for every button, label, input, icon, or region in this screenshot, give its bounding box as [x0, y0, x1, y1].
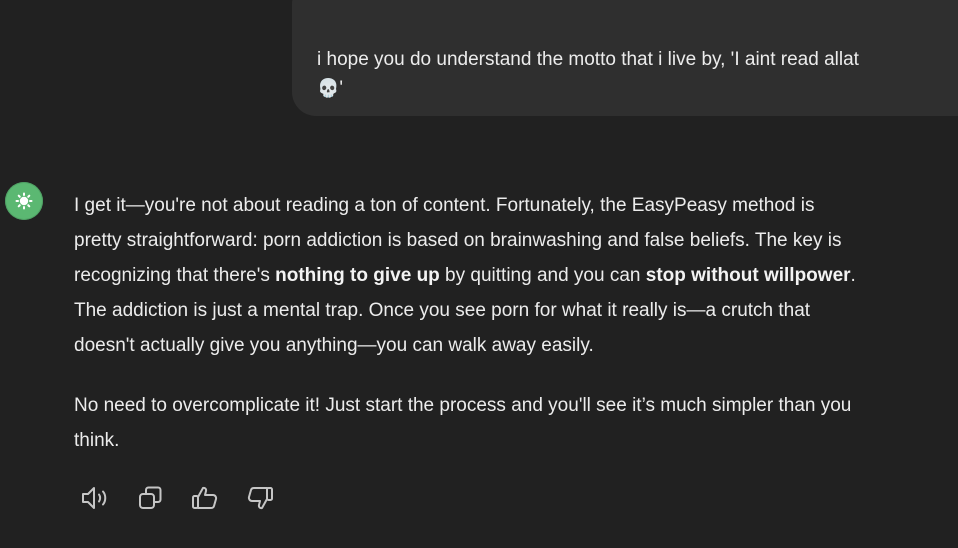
user-message-line: i hope you do understand the motto that … — [317, 49, 859, 70]
speaker-icon — [82, 487, 107, 509]
thumbs-down-icon — [247, 487, 273, 510]
read-aloud-button[interactable] — [78, 480, 114, 516]
openai-logo-icon — [15, 192, 33, 210]
user-message-line: 💀' — [317, 74, 957, 103]
assistant-line: The addiction is just a mental trap. Onc… — [74, 300, 811, 321]
bad-response-button[interactable] — [242, 480, 278, 516]
text-segment: recognizing that there's — [74, 265, 276, 286]
good-response-button[interactable] — [187, 480, 223, 516]
thumbs-up-icon — [192, 486, 218, 509]
assistant-line: I get it—you're not about reading a ton … — [74, 195, 815, 216]
text-segment: . — [850, 265, 856, 286]
assistant-message: I get it—you're not about reading a ton … — [74, 188, 958, 483]
assistant-line: think. — [74, 430, 120, 451]
user-message-suffix: ' — [339, 78, 344, 99]
bold-phrase: stop without willpower — [645, 265, 851, 286]
assistant-paragraph: No need to overcomplicate it! Just start… — [74, 388, 958, 458]
copy-icon — [139, 486, 162, 509]
user-message: i hope you do understand the motto that … — [317, 45, 957, 103]
assistant-paragraph: I get it—you're not about reading a ton … — [74, 188, 958, 363]
text-segment: by quitting and you can — [439, 265, 646, 286]
assistant-line: No need to overcomplicate it! Just start… — [74, 395, 852, 416]
chat-page: i hope you do understand the motto that … — [0, 0, 958, 548]
skull-emoji: 💀 — [317, 78, 340, 99]
assistant-line: recognizing that there's nothing to give… — [74, 258, 958, 293]
assistant-line: doesn't actually give you anything—you c… — [74, 335, 594, 356]
assistant-line: pretty straightforward: porn addiction i… — [74, 230, 842, 251]
bold-phrase: nothing to give up — [275, 265, 440, 286]
assistant-avatar — [5, 182, 43, 220]
copy-button[interactable] — [133, 480, 169, 516]
